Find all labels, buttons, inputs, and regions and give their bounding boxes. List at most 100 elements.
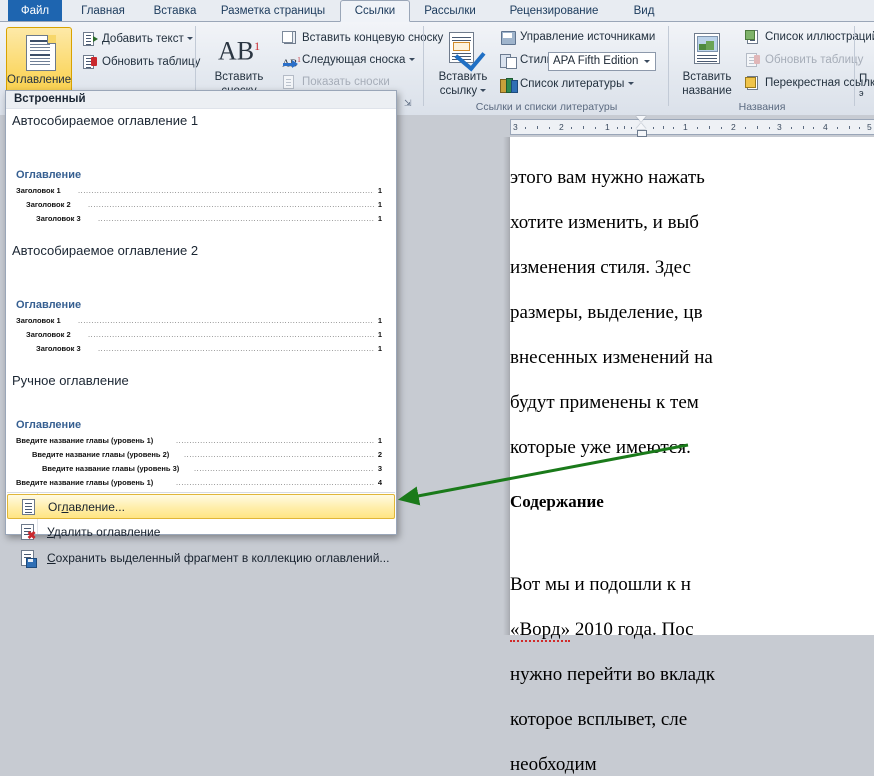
gallery-scroll-region[interactable]: Автособираемое оглавление 1 Оглавление З… [6, 109, 396, 491]
gallery-preview-heading: Оглавление [16, 169, 82, 181]
manage-sources-icon [500, 30, 516, 45]
show-notes-icon [282, 75, 298, 90]
ribbon-group-index-partial: П э [855, 22, 874, 115]
chevron-down-icon[interactable] [644, 60, 650, 63]
toc-entry: Введите название главы (уровень 3) .....… [42, 464, 382, 473]
doc-line-9: «Ворд» 2010 года. Пос [510, 619, 694, 642]
show-notes-item: Показать сноски [282, 75, 390, 89]
ruler-tick-right-5: 5 [867, 122, 872, 132]
menu-item-toc-dialog[interactable]: Оглавление... [7, 494, 395, 519]
insert-caption-button[interactable]: Вставить название [675, 27, 739, 105]
tab-home[interactable]: Главная [68, 0, 138, 22]
toc-entry: Заголовок 1 ............................… [16, 316, 382, 325]
captions-group-label: Названия [738, 101, 786, 113]
insert-footnote-label-1: Вставить [214, 71, 264, 83]
ribbon-tab-strip: Файл Главная Вставка Разметка страницы С… [0, 0, 874, 22]
insert-endnote-item[interactable]: Вставить концевую сноску [282, 31, 443, 45]
index-partial-label: П [859, 73, 868, 85]
toc-entry: Введите название главы (уровень 2) .....… [32, 450, 382, 459]
update-table-item[interactable]: Обновить таблицу [82, 55, 200, 69]
tab-review[interactable]: Рецензирование [490, 0, 618, 22]
gallery-item-autotoc2[interactable]: Автособираемое оглавление 2 Оглавление З… [6, 243, 396, 373]
manage-sources-label: Управление источниками [520, 31, 656, 43]
update-table-icon [82, 55, 98, 70]
ruler-tick-right-2: 2 [731, 122, 736, 132]
insert-citation-label-1: Вставить [438, 71, 488, 83]
update-table-label: Обновить таблицу [102, 56, 201, 68]
gallery-item-autotoc1[interactable]: Автособираемое оглавление 1 Оглавление З… [6, 113, 396, 243]
menu-item-save-toc-label: Сохранить выделенный фрагмент в коллекци… [47, 551, 390, 565]
update-table-icon [745, 53, 761, 68]
doc-line-5: внесенных изменений на [510, 347, 713, 368]
gallery-preview-heading: Оглавление [16, 419, 82, 431]
toc-dialog-icon [20, 499, 37, 516]
doc-line-6: будут применены к тем [510, 392, 699, 413]
menu-separator [7, 492, 395, 493]
doc-line-7: которые уже имеются. [510, 437, 691, 458]
manage-sources-item[interactable]: Управление источниками [500, 30, 656, 45]
table-of-figures-icon [745, 30, 761, 45]
toc-entry: Заголовок 1 ............................… [16, 186, 382, 195]
style-icon [500, 53, 517, 69]
show-notes-label: Показать сноски [302, 76, 390, 88]
menu-item-toc-dialog-label: Оглавление... [48, 500, 125, 514]
toc-entry: Заголовок 3 ............................… [36, 214, 382, 223]
insert-citation-button[interactable]: Вставить ссылку [432, 27, 494, 105]
cross-reference-icon [745, 76, 761, 91]
indent-marker[interactable] [636, 116, 647, 138]
toc-document-icon [26, 35, 56, 71]
ruler-tick-right-1: 1 [683, 122, 688, 132]
tab-references[interactable]: Ссылки [340, 0, 410, 22]
tab-mailings[interactable]: Рассылки [414, 0, 486, 22]
doc-line-3: изменения стиля. Здес [510, 257, 691, 278]
gallery-item-manual-toc[interactable]: Ручное оглавление Оглавление Введите наз… [6, 373, 396, 491]
toc-entry: Заголовок 3 ............................… [36, 344, 382, 353]
doc-line-12: необходим [510, 754, 597, 775]
ruler-tick-left-1: 1 [605, 122, 610, 132]
menu-item-save-toc[interactable]: Сохранить выделенный фрагмент в коллекци… [7, 546, 395, 571]
insert-caption-label-1: Вставить [682, 71, 732, 83]
chevron-down-icon[interactable] [408, 58, 415, 62]
footnotes-dialog-launcher[interactable]: ⇲ [404, 98, 415, 109]
doc-heading-soderzhanie: Содержание [510, 492, 604, 511]
doc-line-10: нужно перейти во вкладк [510, 664, 715, 685]
chevron-down-icon[interactable] [186, 37, 193, 41]
insert-citation-icon [449, 32, 486, 72]
chevron-down-icon[interactable] [480, 89, 487, 93]
menu-item-remove-toc-label: Удалить оглавление [47, 525, 161, 539]
document-page[interactable]: этого вам нужно нажать хотите изменить, … [510, 137, 874, 775]
doc-line-11: которое всплывет, сле [510, 709, 688, 730]
gallery-item-title: Автособираемое оглавление 2 [12, 243, 199, 258]
ruler-tick-left-2: 2 [559, 122, 564, 132]
add-text-item[interactable]: Добавить текст [82, 32, 193, 46]
toc-gallery-dropdown[interactable]: Встроенный Автособираемое оглавление 1 О… [5, 90, 397, 568]
bibliography-item[interactable]: Список литературы [500, 77, 634, 93]
gallery-item-title: Ручное оглавление [12, 373, 129, 388]
save-toc-icon [19, 550, 37, 568]
insert-endnote-icon [282, 31, 298, 46]
menu-item-remove-toc[interactable]: ✖ Удалить оглавление [7, 520, 395, 545]
doc-line-2: хотите изменить, и выб [510, 212, 699, 233]
ab-footnote-icon: AB1 [217, 36, 261, 66]
bibliography-label: Список литературы [520, 78, 625, 90]
next-footnote-item[interactable]: AB1 Следующая сноска [282, 53, 415, 70]
ruler-tick-left-3: 3 [513, 122, 518, 132]
tab-file[interactable]: Файл [8, 0, 62, 22]
ruler-tick-right-3: 3 [777, 122, 782, 132]
ruler-tick-right-4: 4 [823, 122, 828, 132]
next-footnote-icon: AB1 [282, 53, 301, 70]
toc-entry: Заголовок 2 ............................… [26, 200, 382, 209]
tab-page-layout[interactable]: Разметка страницы [210, 0, 336, 22]
gallery-preview-heading: Оглавление [16, 299, 82, 311]
tab-view[interactable]: Вид [622, 0, 666, 22]
chevron-down-icon[interactable] [627, 82, 634, 86]
add-text-icon [82, 32, 98, 47]
bibliography-icon [500, 77, 518, 93]
citation-style-value: APA Fifth Edition [553, 55, 639, 67]
index-partial-sub: э [859, 88, 864, 98]
citation-style-select[interactable]: APA Fifth Edition [548, 52, 656, 71]
tab-insert[interactable]: Вставка [144, 0, 206, 22]
insert-caption-icon [694, 33, 721, 65]
toc-entry: Введите название главы (уровень 1) .....… [16, 478, 382, 487]
horizontal-ruler[interactable]: 3 2 1 1 2 3 4 5 [510, 119, 874, 135]
